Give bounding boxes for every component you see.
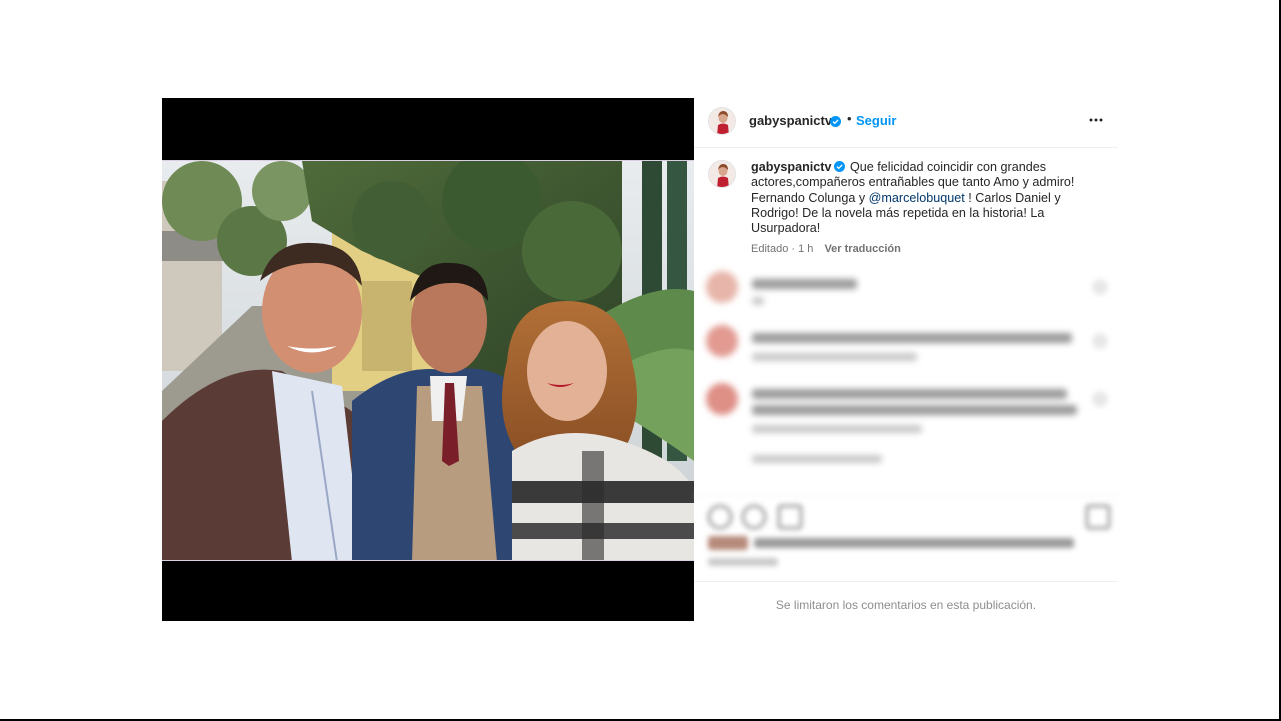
post-media[interactable]	[162, 98, 694, 621]
caption-author-avatar[interactable]	[708, 160, 736, 188]
comment-avatar	[706, 383, 738, 415]
author-avatar[interactable]	[708, 107, 736, 135]
liked-by-blurred	[754, 538, 1074, 548]
comment-icon[interactable]	[742, 505, 766, 529]
follow-button[interactable]: Seguir	[856, 113, 896, 128]
post-photo	[162, 160, 694, 561]
edited-timestamp: Editado · 1 h	[751, 243, 814, 255]
comment-meta-blurred	[752, 353, 917, 361]
comment-avatar	[706, 325, 738, 357]
see-translation-link[interactable]: Ver traducción	[824, 243, 900, 255]
caption-text: gabyspanictv Que felicidad coincidir con…	[751, 160, 1091, 236]
comment-text-blurred	[752, 405, 1077, 415]
comment-text-blurred	[752, 279, 857, 289]
comment-replies-blurred	[752, 455, 882, 463]
post-header: gabyspanictv • Seguir	[694, 98, 1118, 148]
post-date-blurred	[708, 558, 778, 566]
more-options-icon[interactable]	[1087, 111, 1105, 129]
header-separator: •	[847, 111, 852, 126]
comment-like-icon	[1094, 335, 1106, 347]
comment-text-blurred	[752, 389, 1067, 399]
verified-badge-icon	[833, 161, 845, 172]
comment-like-icon	[1094, 393, 1106, 405]
heart-icon[interactable]	[708, 505, 732, 529]
comment-text-blurred	[752, 333, 1072, 343]
verified-badge-icon	[830, 114, 841, 127]
liked-by-avatars	[708, 536, 748, 550]
caption-mention-link[interactable]: @marcelobuquet	[869, 191, 965, 205]
comments-limited-notice: Se limitaron los comentarios en esta pub…	[694, 581, 1118, 621]
caption-username[interactable]: gabyspanictv	[751, 160, 832, 174]
comment-meta-blurred	[752, 297, 764, 305]
caption-meta: Editado · 1 h Ver traducción	[751, 243, 901, 255]
author-username[interactable]: gabyspanictv	[749, 113, 832, 128]
comment-like-icon	[1094, 281, 1106, 293]
post-side-panel: gabyspanictv • Seguir gabyspanictv Que f…	[694, 98, 1118, 621]
comment-avatar	[706, 271, 738, 303]
share-icon[interactable]	[778, 505, 802, 529]
post-actions	[694, 495, 1118, 575]
comment-meta-blurred	[752, 425, 922, 433]
bookmark-icon[interactable]	[1086, 505, 1110, 529]
